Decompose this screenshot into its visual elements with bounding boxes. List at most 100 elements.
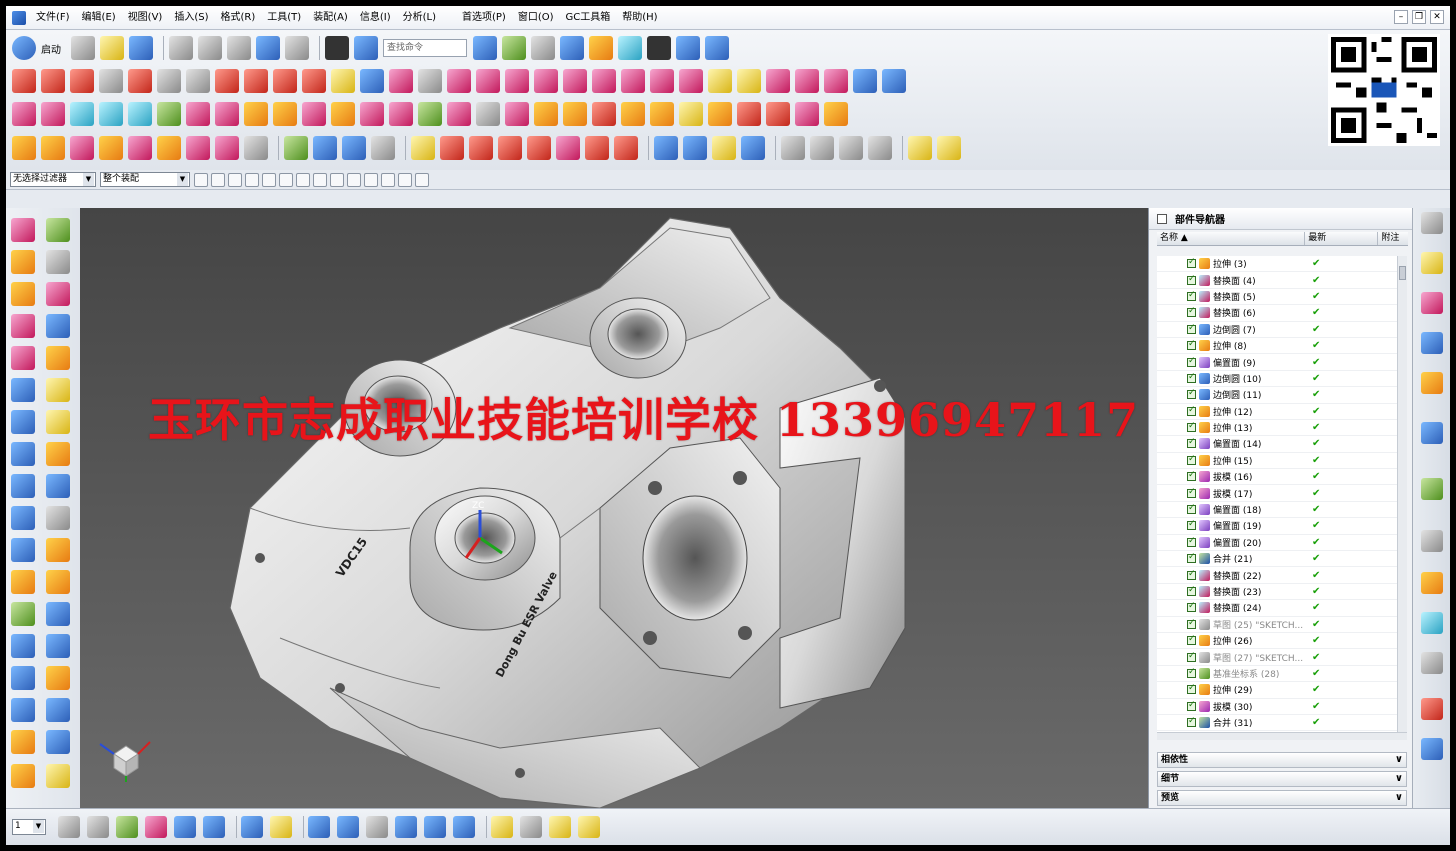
clock-icon[interactable] — [1421, 530, 1443, 552]
feature-row[interactable]: 拉伸 (12) ✔ — [1157, 404, 1397, 420]
rectangle-select-icon[interactable] — [245, 172, 259, 187]
restore-icon[interactable]: ❐ — [1412, 10, 1426, 24]
sew-body-icon[interactable] — [215, 136, 239, 160]
feature-row[interactable]: 替换面 (23) ✔ — [1157, 584, 1397, 601]
studio-surface-icon[interactable] — [737, 102, 761, 126]
sweep-icon[interactable] — [11, 314, 35, 338]
trim-body-icon[interactable] — [157, 136, 181, 160]
through-curves-icon[interactable] — [99, 102, 123, 126]
snap-midpoint-icon[interactable] — [279, 172, 293, 187]
snap-center-icon[interactable] — [330, 172, 344, 187]
edit-display-icon[interactable] — [241, 816, 263, 838]
menu-assembly[interactable]: 装配(A) — [307, 6, 354, 30]
feature-row[interactable]: 拉伸 (15) ✔ — [1157, 453, 1397, 470]
graphics-viewport[interactable]: VDC15 Dong Bu ESR Valve ZC 玉环市志成职业技能培训学校… — [80, 208, 1148, 808]
feature-suppress-checkbox[interactable] — [1187, 634, 1196, 646]
process-studio-icon[interactable] — [1421, 612, 1443, 634]
project-curve-icon[interactable] — [476, 69, 500, 93]
feature-suppress-checkbox[interactable] — [1187, 470, 1196, 482]
feature-suppress-checkbox[interactable] — [1187, 437, 1196, 449]
tube-icon[interactable] — [11, 346, 35, 370]
view-top-icon[interactable] — [453, 816, 475, 838]
curve-mesh-icon[interactable] — [128, 102, 152, 126]
undo-icon[interactable] — [256, 36, 280, 60]
feature-suppress-checkbox[interactable] — [1187, 257, 1196, 269]
feature-row[interactable]: 拉伸 (29) ✔ — [1157, 682, 1397, 699]
n-sided-surface-icon[interactable] — [215, 102, 239, 126]
derived-lines-icon[interactable] — [585, 136, 609, 160]
box-body-icon[interactable] — [46, 666, 70, 690]
fit-view-icon[interactable] — [473, 36, 497, 60]
extract-geometry-icon[interactable] — [46, 764, 70, 788]
feature-row[interactable]: 拉伸 (3) ✔ — [1157, 256, 1397, 273]
feature-suppress-checkbox[interactable] — [1187, 421, 1196, 433]
roles-icon[interactable] — [1421, 652, 1443, 674]
add-component-icon[interactable] — [937, 136, 961, 160]
draft-icon[interactable] — [46, 538, 70, 562]
feature-row[interactable]: 替换面 (22) ✔ — [1157, 567, 1397, 584]
block-wire-icon[interactable] — [46, 314, 70, 338]
select-all-icon[interactable] — [211, 172, 225, 187]
menu-help[interactable]: 帮助(H) — [616, 6, 663, 30]
sketch-icon[interactable] — [11, 218, 35, 242]
helix-icon[interactable] — [331, 69, 355, 93]
pad-icon[interactable] — [11, 474, 35, 498]
flange-icon[interactable] — [810, 136, 834, 160]
feature-row[interactable]: 偏置面 (19) ✔ — [1157, 518, 1397, 535]
menu-analysis[interactable]: 分析(L) — [397, 6, 442, 30]
flange-surface-icon[interactable] — [650, 102, 674, 126]
minimize-icon[interactable]: – — [1394, 10, 1408, 24]
offset-curve-icon[interactable] — [389, 69, 413, 93]
show-hide-icon[interactable] — [270, 816, 292, 838]
section-surface-icon[interactable] — [186, 102, 210, 126]
split-body-icon[interactable] — [186, 136, 210, 160]
gear-icon[interactable] — [1421, 212, 1443, 234]
swept-surface-icon[interactable] — [157, 102, 181, 126]
ruled-surface-icon[interactable] — [70, 102, 94, 126]
feature-row[interactable]: 拔模 (17) ✔ — [1157, 485, 1397, 502]
move-to-layer-icon[interactable] — [87, 816, 109, 838]
feature-row[interactable]: 草图 (27) "SKETCH... ✔ — [1157, 649, 1397, 666]
feature-row[interactable]: 拉伸 (26) ✔ — [1157, 633, 1397, 650]
panel-dependencies[interactable]: 相依性 — [1157, 752, 1407, 768]
cut-icon[interactable] — [169, 36, 193, 60]
through-points-icon[interactable] — [41, 102, 65, 126]
cone-icon[interactable] — [46, 378, 70, 402]
command-search-input[interactable]: 查找命令 — [383, 39, 467, 57]
offset-sketch-icon[interactable] — [614, 136, 638, 160]
law-curve-icon[interactable] — [360, 69, 384, 93]
feature-suppress-checkbox[interactable] — [1187, 716, 1196, 728]
menu-insert[interactable]: 插入(S) — [168, 6, 214, 30]
copy-icon[interactable] — [198, 36, 222, 60]
polygon-icon[interactable] — [244, 69, 268, 93]
split-face-icon[interactable] — [11, 698, 35, 722]
snap-bounded-icon[interactable] — [415, 172, 429, 187]
pattern-feature-icon[interactable] — [11, 634, 35, 658]
face-blend-icon[interactable] — [273, 102, 297, 126]
snap-control-icon[interactable] — [296, 172, 310, 187]
sheet-metal-icon[interactable] — [781, 136, 805, 160]
new-file-icon[interactable] — [71, 36, 95, 60]
mirror-feature-icon[interactable] — [46, 602, 70, 626]
examine-geometry-icon[interactable] — [313, 136, 337, 160]
cylinder-body-icon[interactable] — [11, 666, 35, 690]
feature-suppress-checkbox[interactable] — [1187, 700, 1196, 711]
view-back-icon[interactable] — [337, 816, 359, 838]
isoparametric-icon[interactable] — [563, 69, 587, 93]
panel-preview[interactable]: 预览 — [1157, 790, 1407, 806]
menu-tools[interactable]: 工具(T) — [261, 6, 307, 30]
offset-surface-icon[interactable] — [360, 102, 384, 126]
start-label[interactable]: 启动 — [41, 41, 61, 56]
trimmed-sheet-icon[interactable] — [389, 102, 413, 126]
enlarge-icon[interactable] — [824, 102, 848, 126]
simplify-curve-icon[interactable] — [795, 69, 819, 93]
pyramid-icon[interactable] — [46, 282, 70, 306]
trim-curve-icon[interactable] — [621, 69, 645, 93]
feature-row[interactable]: 拔模 (30) ✔ — [1157, 699, 1397, 715]
boss-icon[interactable] — [46, 442, 70, 466]
feature-row[interactable]: 偏置面 (14) ✔ — [1157, 436, 1397, 453]
feature-row[interactable]: 替换面 (5) ✔ — [1157, 289, 1397, 306]
nx5-icon[interactable] — [11, 410, 35, 434]
extrude-icon[interactable] — [11, 250, 35, 274]
snap-point-icon[interactable] — [411, 136, 435, 160]
